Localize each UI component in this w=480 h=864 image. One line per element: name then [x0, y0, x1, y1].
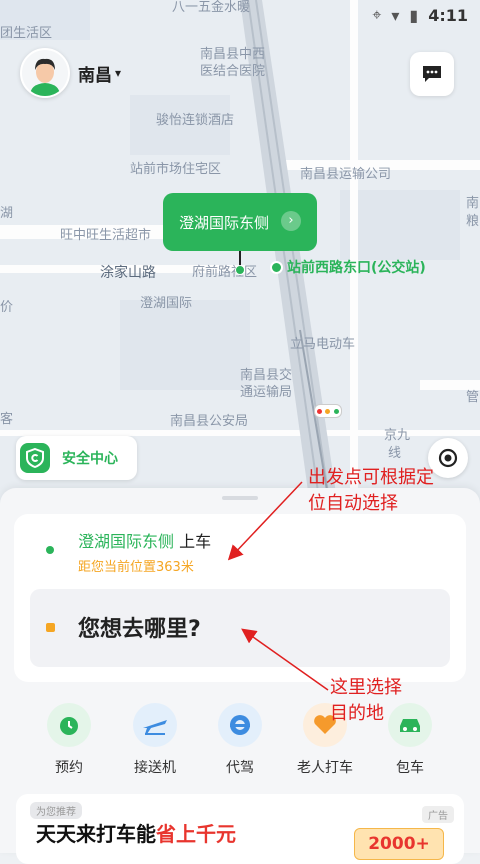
city-selector[interactable]: 南昌 ▾ [20, 48, 121, 98]
ad-title: 天天来打车能省上千元 [36, 818, 236, 847]
destination-dot [46, 623, 55, 632]
pickup-pin-dot [235, 265, 245, 275]
map-label: 八一五金水暖 [172, 0, 251, 15]
pickup-point-bubble[interactable]: 澄湖国际东侧 › [163, 193, 317, 251]
origin-distance: 距您当前位置363米 [78, 560, 194, 575]
status-time: 4:11 [428, 5, 468, 25]
service-reserve[interactable]: 预约 [29, 703, 109, 777]
status-bar: ⌖ ▾ ▮ 4:11 [372, 4, 468, 26]
service-designated-driver[interactable]: 代驾 [200, 703, 280, 777]
user-avatar-icon [22, 50, 68, 96]
airplane-icon [133, 703, 177, 747]
avatar[interactable] [20, 48, 70, 98]
annotation-text: 这里选择 [330, 677, 402, 698]
map-label: 南昌县公安局 [170, 414, 249, 429]
map-label: 价 [0, 300, 14, 315]
safety-center-button[interactable]: 安全中心 [16, 436, 137, 480]
chevron-right-icon: › [281, 211, 301, 231]
city-name[interactable]: 南昌 [78, 61, 112, 86]
map-label: 湖 [0, 206, 14, 221]
locate-button[interactable] [428, 438, 468, 478]
annotation-text: 位自动选择 [308, 493, 398, 514]
map-label: 客 [0, 412, 14, 427]
service-label: 包车 [396, 760, 424, 776]
location-status-icon: ⌖ [372, 5, 382, 24]
destination-prompt[interactable]: 您想去哪里? [78, 611, 201, 643]
map-label: 澄湖国际 [140, 296, 193, 311]
map-label: 旺中旺生活超市 [60, 228, 152, 243]
service-airport[interactable]: 接送机 [115, 703, 195, 777]
locate-icon [438, 448, 458, 468]
signal-icon: ▾ [391, 5, 400, 25]
battery-icon: ▮ [409, 5, 419, 25]
service-label: 预约 [55, 760, 83, 776]
ad-title-highlight: 省上千元 [156, 822, 236, 846]
origin-suffix: 上车 [174, 532, 212, 551]
map-label: 南昌县中西 [200, 47, 266, 62]
map-label: 粮 [466, 214, 480, 229]
map-label: 站前市场住宅区 [130, 162, 222, 177]
bus-stop-label[interactable]: 站前西路东口(公交站) [287, 257, 426, 277]
shield-icon [20, 443, 50, 473]
origin-place: 澄湖国际东侧 [78, 532, 175, 551]
service-label: 代驾 [226, 760, 254, 776]
chat-bubble-icon [423, 66, 441, 82]
drag-handle[interactable] [222, 496, 258, 500]
chevron-down-icon[interactable]: ▾ [115, 66, 121, 80]
map-label: 医结合医院 [200, 64, 266, 79]
steering-wheel-icon [218, 703, 262, 747]
map-label: 南 [466, 196, 480, 211]
ad-title-prefix: 天天来打车能 [36, 822, 156, 846]
map-label: 涂家山路 [100, 265, 156, 281]
car-icon [388, 703, 432, 747]
annotation-text: 出发点可根据定 [308, 467, 434, 488]
safety-center-label: 安全中心 [62, 451, 118, 467]
clock-icon [47, 703, 91, 747]
map-label: 通运输局 [240, 385, 293, 400]
map-label: 骏怡连锁酒店 [156, 113, 235, 128]
map-label: 团生活区 [0, 26, 53, 41]
map-label: 南昌县运输公司 [300, 167, 392, 182]
annotation-text: 目的地 [330, 703, 384, 724]
ad-coupon: 2000+ [354, 828, 444, 860]
map-label: 立马电动车 [290, 337, 356, 352]
ad-tag: 为您推荐 [30, 802, 82, 819]
traffic-light-icon [314, 404, 342, 418]
service-label: 老人打车 [297, 760, 353, 776]
bus-stop-dot [270, 261, 283, 274]
origin-field[interactable]: 澄湖国际东侧 上车 [78, 528, 211, 552]
message-button[interactable] [410, 52, 454, 96]
map-label: 南昌县交 [240, 368, 293, 383]
ad-banner[interactable]: 为您推荐 广告 天天来打车能省上千元 2000+ [16, 794, 464, 864]
origin-dot [46, 546, 54, 554]
map-label: 线 [388, 446, 402, 461]
map-label: 府前路社区 [192, 265, 258, 280]
ad-badge: 广告 [422, 806, 454, 823]
map-label: 管 [466, 390, 480, 405]
pickup-point-label: 澄湖国际东侧 [179, 213, 270, 232]
service-label: 接送机 [134, 760, 176, 776]
map-label: 京九 [384, 428, 411, 443]
